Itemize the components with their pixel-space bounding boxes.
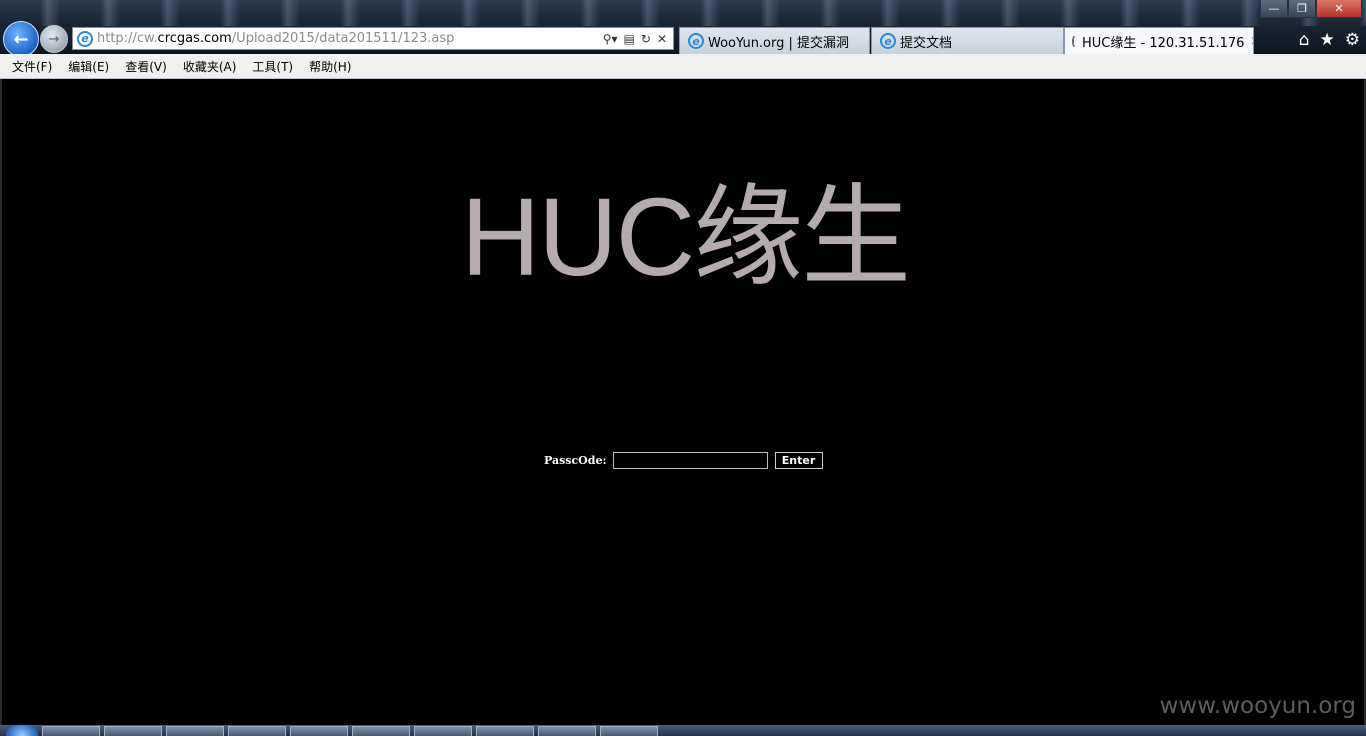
url-domain: crcgas.com <box>157 31 232 46</box>
taskbar-item[interactable] <box>476 726 534 736</box>
home-icon[interactable]: ⌂ <box>1299 30 1310 50</box>
page-title: HUC缘生 <box>460 176 911 299</box>
taskbar-item[interactable] <box>104 726 162 736</box>
passcode-label: PasscOde: <box>544 454 607 467</box>
ie-icon: e <box>77 30 93 47</box>
watermark: www.wooyun.org <box>1159 693 1356 719</box>
forward-arrow-icon: → <box>48 31 60 47</box>
title-bar: — ❐ ✕ ← → e http://cw. crcgas.com/Upload2… <box>0 0 1366 57</box>
passcode-form: PasscOde: Enter <box>544 452 823 469</box>
taskbar-item[interactable] <box>414 726 472 736</box>
taskbar-item[interactable] <box>600 726 658 736</box>
tab-label: 提交文档 <box>900 35 953 51</box>
gear-icon[interactable]: ⚙ <box>1345 30 1360 50</box>
enter-button[interactable]: Enter <box>774 452 823 469</box>
address-bar[interactable]: e http://cw. crcgas.com/Upload2015/data20… <box>72 27 674 50</box>
minimize-button[interactable]: — <box>1260 0 1288 18</box>
compatibility-view-icon[interactable]: ▤ <box>624 32 635 46</box>
menu-help[interactable]: 帮助(H) <box>301 58 359 75</box>
loading-icon <box>1072 35 1076 47</box>
menu-view[interactable]: 查看(V) <box>117 58 175 75</box>
tab-label: WooYun.org | 提交漏洞 <box>708 35 850 51</box>
restore-button[interactable]: ❐ <box>1288 0 1316 18</box>
menu-edit[interactable]: 编辑(E) <box>60 58 117 75</box>
ie-icon: e <box>688 33 704 49</box>
stop-icon[interactable]: ✕ <box>657 32 667 46</box>
close-tab-icon[interactable]: ✕ <box>1244 34 1253 48</box>
desktop-background <box>0 0 1366 26</box>
page-content: HUC缘生 PasscOde: Enter www.wooyun.org <box>0 79 1366 725</box>
taskbar-item[interactable] <box>538 726 596 736</box>
url-path: /Upload2015/data201511/123.asp <box>231 31 455 46</box>
forward-button[interactable]: → <box>40 25 68 53</box>
menu-tools[interactable]: 工具(T) <box>244 58 301 75</box>
taskbar-item[interactable] <box>290 726 348 736</box>
back-button[interactable]: ← <box>3 21 39 57</box>
refresh-icon[interactable]: ↻ <box>641 32 651 46</box>
tab-submit-doc[interactable]: e 提交文档 <box>871 27 1064 54</box>
menu-favorites[interactable]: 收藏夹(A) <box>175 58 245 75</box>
address-tools: ⚲▾ ▤ ↻ ✕ <box>603 32 673 46</box>
toolbar-right-icons: ⌂ ★ ⚙ <box>1299 30 1360 50</box>
close-window-button[interactable]: ✕ <box>1316 0 1362 18</box>
ie-icon: e <box>880 33 896 49</box>
back-arrow-icon: ← <box>13 28 29 50</box>
passcode-input[interactable] <box>612 452 768 469</box>
menu-bar: 文件(F) 编辑(E) 查看(V) 收藏夹(A) 工具(T) 帮助(H) <box>0 54 1366 79</box>
window-caption-buttons: — ❐ ✕ <box>1260 0 1362 18</box>
tab-label: HUC缘生 - 120.31.51.176 <box>1082 35 1245 51</box>
url-prefix: http://cw. <box>97 31 158 46</box>
taskbar-item[interactable] <box>42 726 100 736</box>
search-icon[interactable]: ⚲▾ <box>603 32 618 46</box>
taskbar-item[interactable] <box>166 726 224 736</box>
tab-huc[interactable]: HUC缘生 - 120.31.51.176 ✕ <box>1064 27 1254 54</box>
browser-window: — ❐ ✕ ← → e http://cw. crcgas.com/Upload2… <box>0 0 1366 736</box>
start-button[interactable] <box>6 725 38 736</box>
taskbar <box>0 725 1366 736</box>
favorites-star-icon[interactable]: ★ <box>1320 30 1335 50</box>
taskbar-item[interactable] <box>228 726 286 736</box>
tab-wooyun[interactable]: e WooYun.org | 提交漏洞 <box>679 27 870 54</box>
menu-file[interactable]: 文件(F) <box>4 58 60 75</box>
taskbar-item[interactable] <box>352 726 410 736</box>
